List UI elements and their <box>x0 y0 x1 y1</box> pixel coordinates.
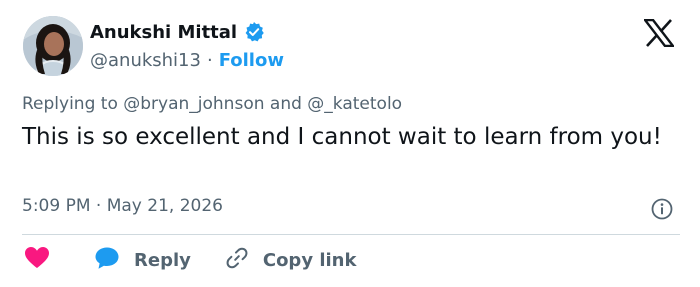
author-handle[interactable]: @anukshi13 <box>90 50 201 71</box>
reply-bubble-icon <box>94 246 120 274</box>
reply-label: Reply <box>134 249 191 271</box>
reply-button[interactable]: Reply <box>94 246 191 274</box>
author-name-row: Anukshi Mittal <box>90 19 265 45</box>
follow-button[interactable]: Follow <box>219 50 284 71</box>
copy-link-button[interactable]: Copy link <box>225 246 357 274</box>
info-icon[interactable] <box>650 197 674 221</box>
tweet-timestamp[interactable]: 5:09 PM · May 21, 2026 <box>22 196 223 216</box>
like-button[interactable] <box>24 246 84 274</box>
x-logo-icon[interactable] <box>642 18 676 48</box>
mention-link-1[interactable]: @bryan_johnson <box>123 94 264 114</box>
mention-link-2[interactable]: @_katetolo <box>307 94 402 114</box>
heart-icon <box>24 246 50 274</box>
divider <box>22 234 680 235</box>
replying-joiner: and <box>269 94 302 114</box>
copy-link-label: Copy link <box>262 249 357 271</box>
avatar[interactable] <box>23 16 83 76</box>
replying-prefix: Replying to <box>22 94 118 114</box>
handle-separator: · <box>206 49 213 71</box>
tweet-text: This is so excellent and I cannot wait t… <box>22 124 662 150</box>
replying-to-line: Replying to @bryan_johnson and @_katetol… <box>22 94 402 114</box>
tweet-embed-card: Anukshi Mittal @anukshi13 · Follow Reply… <box>0 0 700 287</box>
link-icon <box>225 246 249 274</box>
verified-badge-icon <box>243 21 265 43</box>
author-handle-row: @anukshi13 · Follow <box>90 48 284 72</box>
action-bar: Reply Copy link <box>24 246 356 274</box>
author-display-name[interactable]: Anukshi Mittal <box>90 22 237 43</box>
